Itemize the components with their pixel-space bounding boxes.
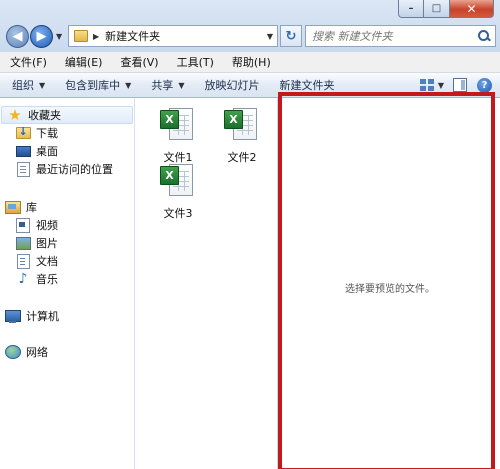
- nav-item-pictures[interactable]: 图片: [15, 234, 58, 252]
- menu-bar: 文件(F) 编辑(E) 查看(V) 工具(T) 帮助(H): [0, 52, 500, 73]
- nav-label: 音乐: [36, 273, 58, 286]
- search-input[interactable]: [306, 29, 476, 43]
- picture-icon: [15, 235, 31, 251]
- refresh-button[interactable]: ↻: [280, 25, 302, 47]
- new-folder-label: 新建文件夹: [279, 79, 335, 92]
- nav-label: 视频: [36, 219, 58, 232]
- maximize-button[interactable]: □: [424, 0, 450, 18]
- nav-label: 图片: [36, 237, 58, 250]
- network-icon: [5, 344, 21, 360]
- nav-item-desktop[interactable]: 桌面: [15, 142, 58, 160]
- command-bar: 组织 ▼ 包含到库中 ▼ 共享 ▼ 放映幻灯片 新建文件夹 ▼ ?: [0, 73, 500, 98]
- breadcrumb-arrow-icon[interactable]: ▶: [93, 32, 99, 41]
- file-name: 文件3: [163, 207, 193, 220]
- chevron-down-icon: ▼: [125, 80, 132, 90]
- file-item[interactable]: X 文件2: [212, 106, 272, 165]
- preview-pane: 选择要预览的文件。: [278, 98, 500, 469]
- navigation-pane: ★ 收藏夹 下载 桌面 最近访问的位置 库 视频 图片 文档 ♪ 音乐 计算机: [0, 98, 135, 469]
- nav-label: 网络: [26, 346, 48, 359]
- nav-item-music[interactable]: ♪ 音乐: [15, 270, 58, 288]
- new-folder-button[interactable]: 新建文件夹: [267, 77, 342, 93]
- nav-item-network[interactable]: 网络: [5, 343, 48, 361]
- chevron-down-icon: ▼: [178, 80, 185, 90]
- back-arrow-icon: ◀: [12, 29, 23, 44]
- search-box[interactable]: [305, 25, 496, 47]
- caption-buttons: – □ ✕: [398, 0, 494, 20]
- file-item[interactable]: X 文件3: [148, 162, 208, 221]
- preview-pane-toggle-icon[interactable]: [453, 78, 467, 92]
- download-folder-icon: [15, 125, 31, 141]
- desktop-icon: [15, 143, 31, 159]
- excel-file-icon: X: [223, 106, 261, 148]
- forward-arrow-icon: ▶: [36, 29, 47, 44]
- nav-item-videos[interactable]: 视频: [15, 216, 58, 234]
- include-library-label: 包含到库中: [65, 79, 121, 92]
- file-item[interactable]: X 文件1: [148, 106, 208, 165]
- slideshow-label: 放映幻灯片: [204, 79, 260, 92]
- minimize-button[interactable]: –: [398, 0, 424, 18]
- menu-help[interactable]: 帮助(H): [222, 54, 279, 70]
- nav-label: 库: [26, 201, 37, 214]
- view-dropdown-icon[interactable]: ▼: [438, 81, 444, 90]
- forward-button[interactable]: ▶: [30, 25, 53, 48]
- organize-label: 组织: [12, 79, 34, 92]
- nav-item-computer[interactable]: 计算机: [5, 307, 59, 325]
- help-icon[interactable]: ?: [477, 77, 492, 93]
- include-in-library-button[interactable]: 包含到库中 ▼: [53, 77, 139, 93]
- menu-edit[interactable]: 编辑(E): [55, 54, 111, 70]
- preview-message: 选择要预览的文件。: [345, 284, 435, 295]
- file-name: 文件2: [227, 151, 257, 164]
- organize-button[interactable]: 组织 ▼: [0, 77, 53, 93]
- nav-item-recent[interactable]: 最近访问的位置: [15, 160, 113, 178]
- refresh-icon: ↻: [285, 28, 297, 44]
- document-icon: [15, 253, 31, 269]
- address-bar[interactable]: ▶ 新建文件夹 ▼: [68, 25, 278, 47]
- excel-file-icon: X: [159, 106, 197, 148]
- nav-item-libraries[interactable]: 库: [5, 198, 37, 216]
- nav-label: 最近访问的位置: [36, 163, 113, 176]
- video-icon: [15, 217, 31, 233]
- file-list: X 文件1 X 文件2 X 文件3: [135, 98, 277, 469]
- folder-icon: [74, 30, 88, 42]
- nav-label: 下载: [36, 127, 58, 140]
- menu-tools[interactable]: 工具(T): [167, 54, 222, 70]
- star-icon: ★: [8, 105, 22, 124]
- share-label: 共享: [151, 79, 174, 92]
- nav-label: 桌面: [36, 145, 58, 158]
- back-button[interactable]: ◀: [6, 25, 29, 48]
- share-button[interactable]: 共享 ▼: [139, 77, 192, 93]
- music-icon: ♪: [18, 271, 28, 287]
- recent-pages-dropdown-icon[interactable]: ▼: [56, 32, 62, 41]
- nav-item-documents[interactable]: 文档: [15, 252, 58, 270]
- address-row: ◀ ▶ ▼ ▶ 新建文件夹 ▼ ↻: [4, 24, 496, 50]
- nav-item-downloads[interactable]: 下载: [15, 124, 58, 142]
- address-path[interactable]: 新建文件夹: [105, 28, 263, 44]
- nav-label: 计算机: [26, 310, 59, 323]
- chevron-down-icon: ▼: [39, 80, 46, 90]
- nav-label: 文档: [36, 255, 58, 268]
- menu-view[interactable]: 查看(V): [110, 54, 166, 70]
- address-dropdown-icon[interactable]: ▼: [263, 32, 277, 41]
- nav-label: 收藏夹: [28, 109, 61, 122]
- recent-places-icon: [15, 161, 31, 177]
- computer-icon: [5, 308, 21, 324]
- close-button[interactable]: ✕: [450, 0, 494, 18]
- library-icon: [5, 199, 21, 215]
- excel-file-icon: X: [159, 162, 197, 204]
- menu-file[interactable]: 文件(F): [0, 54, 55, 70]
- nav-item-favorites[interactable]: ★ 收藏夹: [1, 106, 133, 124]
- explorer-window: – □ ✕ ◀ ▶ ▼ ▶ 新建文件夹 ▼ ↻ 文件(F) 编辑(E) 查看(V…: [0, 0, 500, 469]
- command-bar-right: ▼ ?: [419, 73, 500, 97]
- slideshow-button[interactable]: 放映幻灯片: [192, 77, 267, 93]
- search-icon[interactable]: [476, 28, 492, 44]
- change-view-icon[interactable]: [419, 79, 434, 91]
